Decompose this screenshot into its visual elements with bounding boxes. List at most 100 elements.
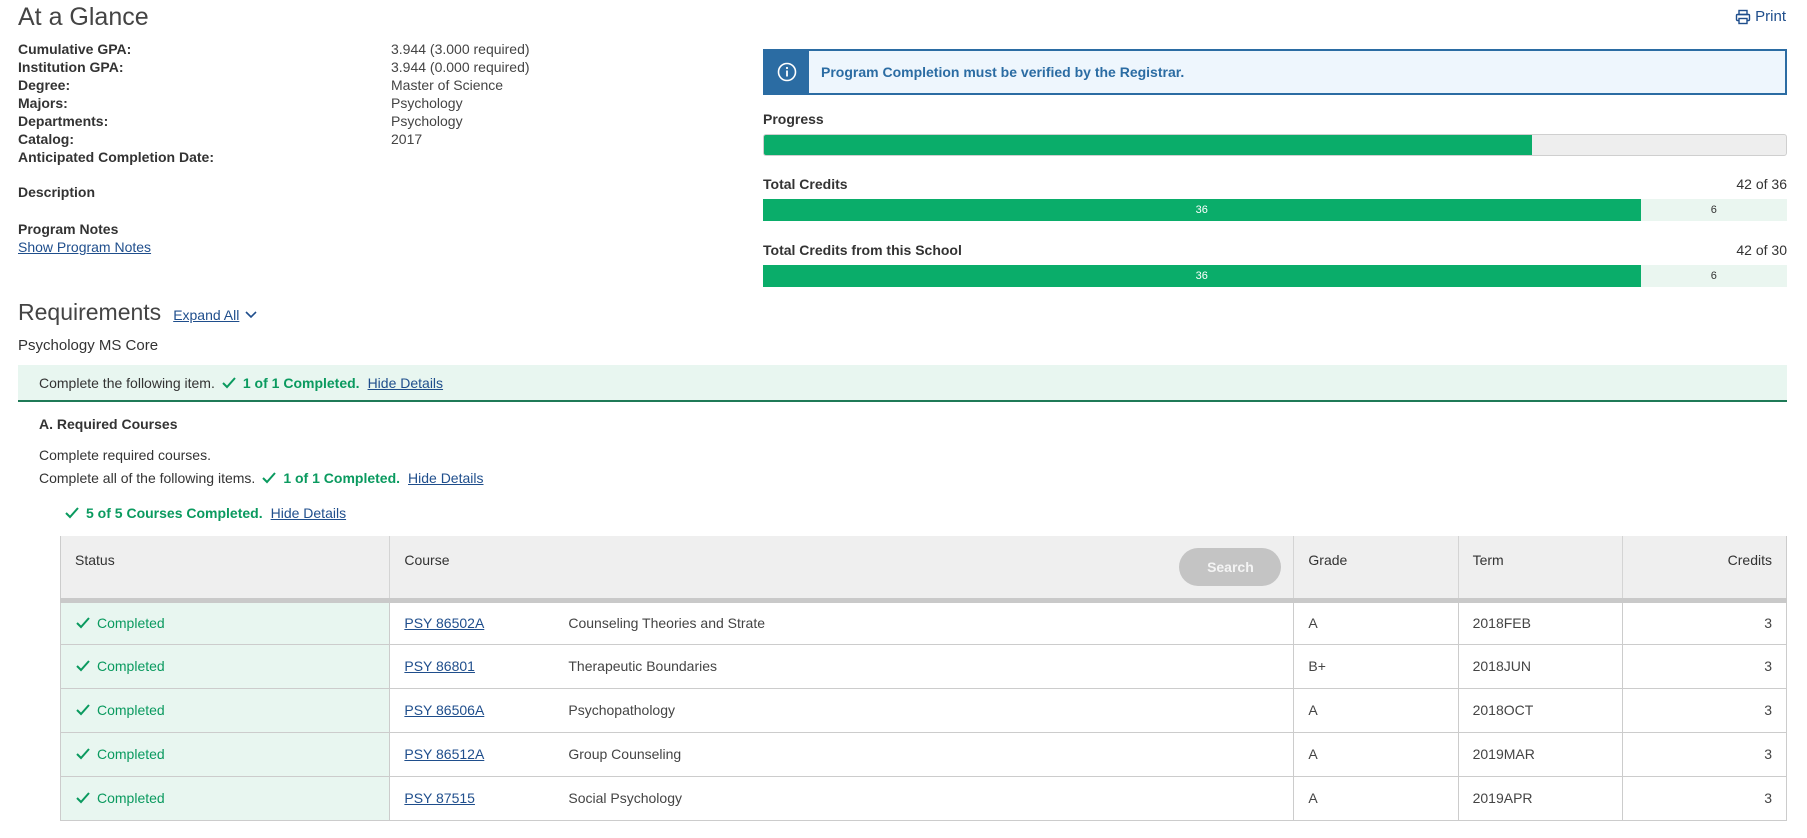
check-icon xyxy=(76,792,90,804)
header-term[interactable]: Term xyxy=(1458,536,1623,603)
group-status: 1 of 1 Completed. xyxy=(242,374,360,391)
total-credits-bar: 36 6 xyxy=(763,199,1787,221)
expand-all-label: Expand All xyxy=(173,307,240,323)
print-label: Print xyxy=(1755,8,1786,25)
status-text: Completed xyxy=(97,615,165,631)
course-code-link[interactable]: PSY 87515 xyxy=(404,790,568,806)
check-icon xyxy=(76,748,90,760)
status-text: Completed xyxy=(97,702,165,718)
check-icon xyxy=(76,617,90,629)
table-row: Completed PSY 86801 Therapeutic Boundarie… xyxy=(59,644,1788,689)
status-text: Completed xyxy=(97,746,165,762)
section-items-line: Complete all of the following items. 1 o… xyxy=(39,470,484,486)
print-button[interactable]: Print xyxy=(1735,8,1786,25)
summary-label: Departments: xyxy=(18,113,109,129)
term-cell: 2018JUN xyxy=(1458,644,1623,689)
table-row: Completed PSY 86502A Counseling Theories … xyxy=(59,600,1788,645)
course-title: Group Counseling xyxy=(568,746,682,762)
course-cell: PSY 86502A Counseling Theories and Strate xyxy=(389,600,1295,645)
grade-cell: A xyxy=(1293,732,1459,777)
page-title: At a Glance xyxy=(18,3,149,31)
course-code-link[interactable]: PSY 86506A xyxy=(404,702,568,718)
course-code-link[interactable]: PSY 86801 xyxy=(404,658,568,674)
course-cell: PSY 87515 Social Psychology xyxy=(389,776,1295,821)
total-credits-fill: 36 xyxy=(763,199,1641,221)
summary-label: Institution GPA: xyxy=(18,59,124,75)
term-cell: 2019APR xyxy=(1458,776,1623,821)
header-grade[interactable]: Grade xyxy=(1293,536,1459,603)
alert-message: Program Completion must be verified by t… xyxy=(821,64,1185,80)
term-cell: 2019MAR xyxy=(1458,732,1623,777)
requirement-group-bar: Complete the following item. 1 of 1 Comp… xyxy=(18,365,1787,402)
summary-value: 3.944 (0.000 required) xyxy=(391,59,530,75)
table-row: Completed PSY 86512A Group Counseling A 2… xyxy=(59,732,1788,777)
courses-table: Status Course Search Grade Term Credits … xyxy=(59,536,1788,821)
school-credits-bar: 36 6 xyxy=(763,265,1787,287)
courses-hide-details-link[interactable]: Hide Details xyxy=(271,505,346,521)
requirements-header: Requirements Expand All xyxy=(18,299,257,326)
status-cell: Completed xyxy=(59,732,391,777)
header-course[interactable]: Course Search xyxy=(389,536,1295,603)
table-header-row: Status Course Search Grade Term Credits xyxy=(60,536,1787,603)
course-cell: PSY 86506A Psychopathology xyxy=(389,688,1295,733)
check-icon xyxy=(222,376,236,388)
requirements-title: Requirements xyxy=(18,299,162,325)
course-title: Social Psychology xyxy=(568,790,682,806)
summary-label: Anticipated Completion Date: xyxy=(18,149,215,165)
summary-label: Degree: xyxy=(18,77,71,93)
status-cell: Completed xyxy=(59,600,391,645)
credits-cell: 3 xyxy=(1622,600,1788,645)
total-credits-label: Total Credits xyxy=(763,176,848,192)
check-icon xyxy=(76,660,90,672)
course-title: Counseling Theories and Strate xyxy=(568,615,766,631)
credits-cell: 3 xyxy=(1622,776,1788,821)
chevron-down-icon xyxy=(245,311,257,319)
courses-status-line: 5 of 5 Courses Completed. Hide Details xyxy=(64,505,346,521)
check-icon xyxy=(76,704,90,716)
check-icon xyxy=(65,507,79,519)
section-items-status: 1 of 1 Completed. xyxy=(283,470,401,486)
section-description: Complete required courses. xyxy=(39,447,211,463)
term-cell: 2018FEB xyxy=(1458,600,1623,645)
school-credits-fill: 36 xyxy=(763,265,1641,287)
group-hide-details-link[interactable]: Hide Details xyxy=(368,375,443,391)
section-title: A. Required Courses xyxy=(39,416,178,432)
credits-cell: 3 xyxy=(1622,688,1788,733)
summary-label: Catalog: xyxy=(18,131,74,147)
credits-cell: 3 xyxy=(1622,644,1788,689)
table-row: Completed PSY 87515 Social Psychology A 2… xyxy=(59,776,1788,821)
printer-icon xyxy=(1735,9,1751,24)
school-credits-label: Total Credits from this School xyxy=(763,242,962,258)
search-button[interactable]: Search xyxy=(1179,548,1282,586)
summary-value: 3.944 (3.000 required) xyxy=(391,41,530,57)
show-program-notes-link[interactable]: Show Program Notes xyxy=(18,239,151,255)
course-code-link[interactable]: PSY 86502A xyxy=(404,615,568,631)
section-items-hide-details-link[interactable]: Hide Details xyxy=(408,470,483,486)
progress-bar-fill xyxy=(764,135,1532,155)
summary-value: Psychology xyxy=(391,95,463,111)
program-notes-heading: Program Notes xyxy=(18,221,119,237)
courses-status: 5 of 5 Courses Completed. xyxy=(86,505,263,521)
credits-cell: 3 xyxy=(1622,732,1788,777)
term-cell: 2018OCT xyxy=(1458,688,1623,733)
course-title: Therapeutic Boundaries xyxy=(568,658,718,674)
expand-all-button[interactable]: Expand All xyxy=(173,307,257,323)
table-row: Completed PSY 86506A Psychopathology A 20… xyxy=(59,688,1788,733)
summary-value: Psychology xyxy=(391,113,463,129)
course-title: Psychopathology xyxy=(568,702,676,718)
group-text: Complete the following item. xyxy=(39,374,215,391)
school-credits-remaining: 6 xyxy=(1710,270,1717,282)
summary-label: Cumulative GPA: xyxy=(18,41,132,57)
status-cell: Completed xyxy=(59,688,391,733)
info-icon xyxy=(765,51,809,93)
course-code-link[interactable]: PSY 86512A xyxy=(404,746,568,762)
grade-cell: A xyxy=(1293,688,1459,733)
school-credits-count: 42 of 30 xyxy=(1736,242,1787,258)
summary-value: Master of Science xyxy=(391,77,504,93)
status-cell: Completed xyxy=(59,776,391,821)
check-icon xyxy=(262,472,277,484)
header-status[interactable]: Status xyxy=(60,536,391,603)
summary-value: 2017 xyxy=(391,131,423,147)
header-credits[interactable]: Credits xyxy=(1622,536,1787,603)
status-text: Completed xyxy=(97,790,165,806)
